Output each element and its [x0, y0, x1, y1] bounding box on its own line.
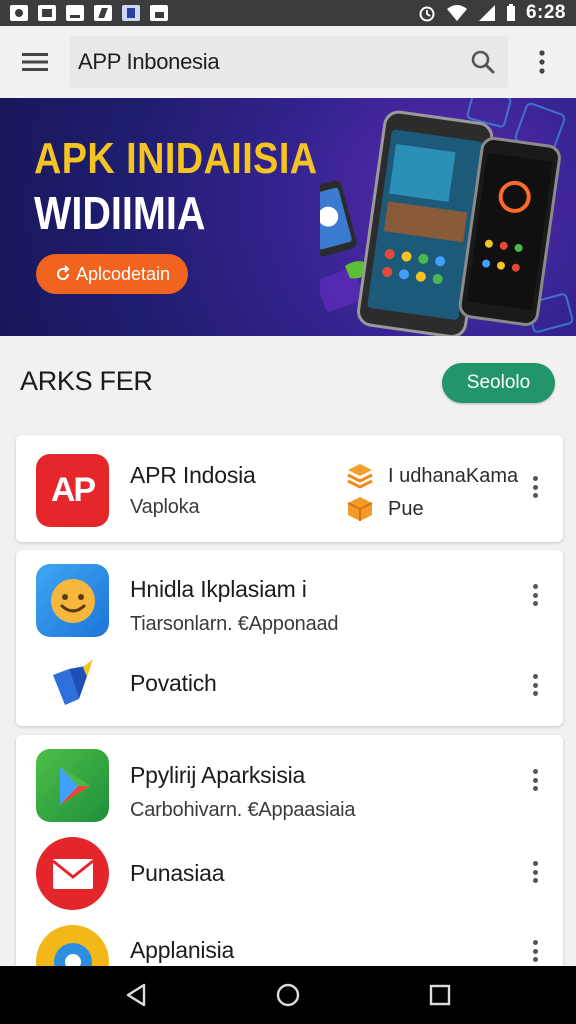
promo-banner[interactable]: APK INIDAIISIA WIDIIMIA Aplcodetain	[0, 98, 576, 336]
notification-icon	[38, 5, 56, 21]
app-subtitle: Carbohivarn. €Appaasiaia	[130, 799, 356, 821]
refresh-icon	[56, 265, 70, 280]
more-vert-icon[interactable]	[525, 857, 545, 887]
recents-button[interactable]	[410, 966, 470, 1024]
more-vert-icon	[539, 50, 545, 74]
app-card: AP APR Indosia Vaploka I udhanaKama Pue	[16, 435, 563, 542]
status-notifications	[10, 5, 168, 21]
app-subtitle: Tiarsonlarn. €Apponaad	[130, 613, 339, 635]
more-vert-icon[interactable]	[525, 580, 545, 610]
app-name: Applanisia	[130, 937, 235, 963]
signal-icon	[478, 5, 495, 21]
notification-icon	[66, 5, 84, 21]
status-bar: 6:28	[0, 0, 576, 26]
app-name: Povatich	[130, 670, 217, 696]
wifi-icon	[446, 5, 467, 21]
overflow-menu-button[interactable]	[508, 26, 576, 98]
recents-icon	[429, 984, 451, 1006]
banner-button-label: Aplcodetain	[75, 263, 171, 284]
banner-subtitle: WIDIIMIA	[34, 187, 206, 239]
ap-logo-icon: AP	[36, 454, 109, 527]
app-meta: Pue	[346, 495, 424, 523]
app-name: APR Indosia	[130, 462, 256, 488]
search-icon	[471, 50, 495, 74]
app-meta-text: Pue	[388, 497, 424, 520]
banner-title: APK INIDAIISIA	[34, 134, 318, 183]
section-title: ARKS FER	[20, 366, 153, 396]
more-vert-icon[interactable]	[525, 936, 545, 966]
status-time: 6:28	[525, 2, 566, 23]
app-card: Hnidla Ikplasiam i Tiarsonlarn. €Apponaa…	[16, 550, 563, 726]
notification-icon	[150, 5, 168, 21]
arrow-logo-icon	[36, 648, 109, 721]
search-button[interactable]	[458, 49, 508, 75]
play-store-icon	[36, 749, 109, 822]
list-item[interactable]: Ppylirij Aparksisia Carbohivarn. €Appaas…	[16, 735, 563, 831]
more-vert-icon[interactable]	[525, 765, 545, 795]
search-input[interactable]: APP Inbonesia	[78, 49, 458, 75]
home-button[interactable]	[258, 966, 318, 1024]
mail-icon	[36, 837, 109, 910]
back-icon	[126, 983, 146, 1007]
phones-illustration	[320, 98, 574, 336]
system-nav-bar	[0, 966, 576, 1024]
more-vert-icon[interactable]	[525, 670, 545, 700]
app-name: Hnidla Ikplasiam i	[130, 576, 307, 602]
notification-icon	[94, 5, 112, 21]
app-subtitle: Vaploka	[130, 496, 200, 518]
more-vert-icon[interactable]	[525, 472, 545, 502]
smiley-icon	[36, 564, 109, 637]
notification-icon	[122, 5, 140, 21]
app-card: Ppylirij Aparksisia Carbohivarn. €Appaas…	[16, 735, 563, 975]
section-action-button[interactable]: Seololo	[442, 363, 555, 403]
list-item[interactable]: Punasiaa	[16, 831, 563, 921]
app-meta-text: I udhanaKama	[388, 464, 519, 487]
app-meta: I udhanaKama	[346, 462, 518, 490]
hamburger-menu-icon	[22, 53, 48, 71]
list-item[interactable]: AP APR Indosia Vaploka I udhanaKama Pue	[16, 435, 563, 542]
layers-icon	[347, 464, 373, 489]
banner-button[interactable]: Aplcodetain	[36, 254, 188, 294]
app-name: Ppylirij Aparksisia	[130, 762, 306, 788]
home-icon	[276, 983, 300, 1007]
battery-icon	[506, 4, 515, 21]
back-button[interactable]	[106, 966, 166, 1024]
app-name: Punasiaa	[130, 860, 225, 886]
box-icon	[347, 497, 373, 521]
list-item[interactable]: Povatich	[16, 642, 563, 726]
search-bar[interactable]: APP Inbonesia	[70, 36, 508, 88]
notification-icon	[10, 5, 28, 21]
top-app-bar: APP Inbonesia	[0, 26, 576, 98]
alarm-icon	[419, 6, 435, 22]
list-item[interactable]: Hnidla Ikplasiam i Tiarsonlarn. €Apponaa…	[16, 550, 563, 642]
menu-button[interactable]	[0, 26, 70, 98]
